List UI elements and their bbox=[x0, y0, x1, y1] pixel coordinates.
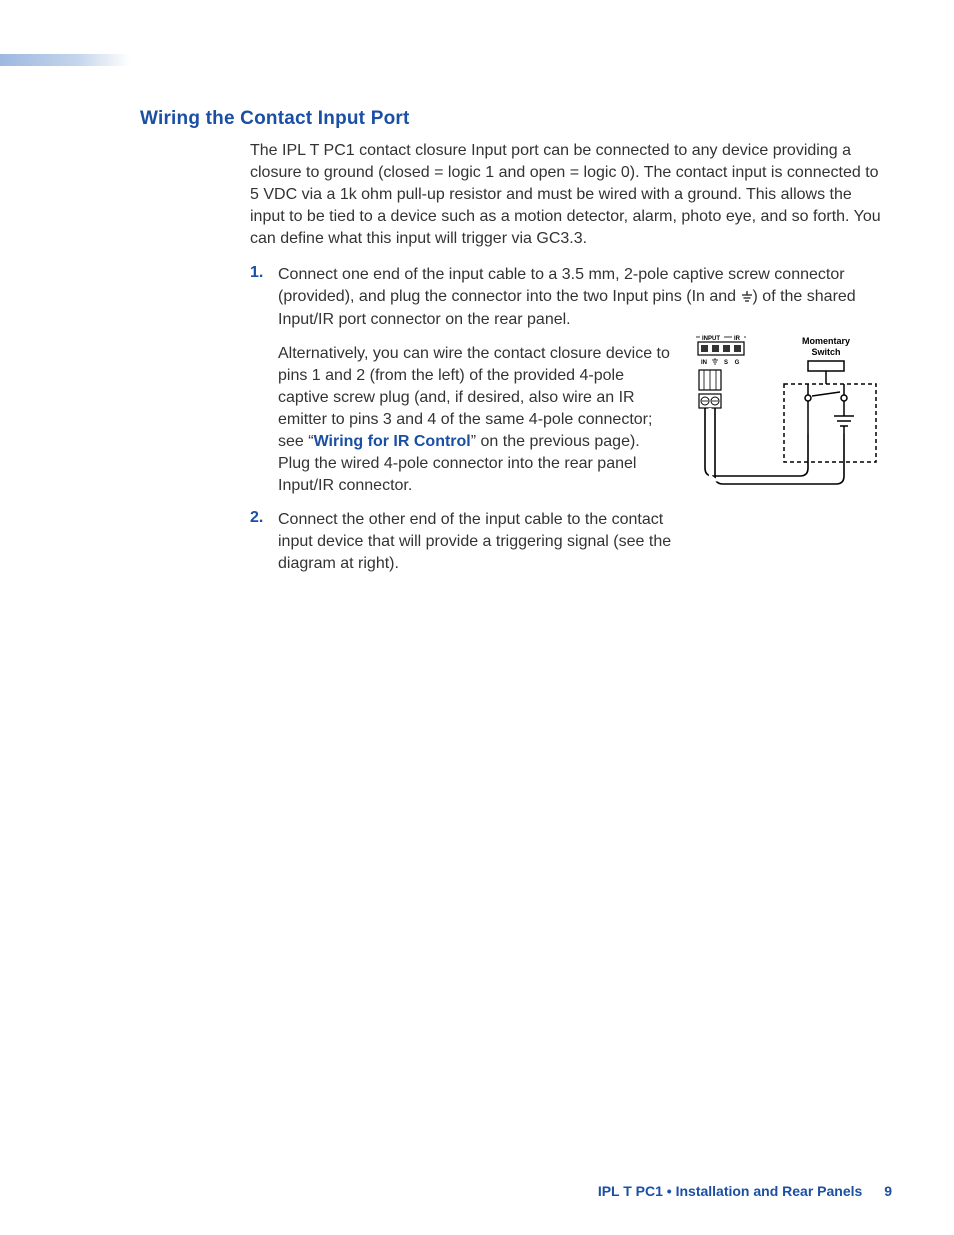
section-heading: Wiring the Contact Input Port bbox=[140, 108, 890, 130]
diagram-label-s: S bbox=[724, 360, 728, 366]
step-1-para-2: Alternatively, you can wire the contact … bbox=[278, 343, 676, 498]
step-1-para-1: Connect one end of the input cable to a … bbox=[278, 264, 890, 330]
cross-reference-link[interactable]: Wiring for IR Control bbox=[314, 433, 471, 450]
page-content: Wiring the Contact Input Port The IPL T … bbox=[140, 108, 890, 587]
diagram-label-switch-2: Switch bbox=[811, 347, 840, 357]
page-number: 9 bbox=[884, 1183, 892, 1199]
header-gradient-bar bbox=[0, 54, 130, 66]
step-number: 2. bbox=[250, 509, 278, 575]
wiring-diagram: Momentary Switch INPUT bbox=[696, 334, 886, 504]
ground-symbol-icon bbox=[741, 291, 753, 303]
step-body: Connect the other end of the input cable… bbox=[278, 509, 676, 575]
step-number: 1. bbox=[250, 264, 278, 497]
diagram-label-ir: IR bbox=[734, 336, 741, 342]
footer-title: IPL T PC1 • Installation and Rear Panels bbox=[598, 1183, 863, 1199]
page-footer: IPL T PC1 • Installation and Rear Panels… bbox=[598, 1183, 892, 1199]
diagram-label-g: G bbox=[735, 360, 740, 366]
diagram-label-input: INPUT bbox=[702, 336, 720, 342]
diagram-label-in: IN bbox=[701, 360, 707, 366]
diagram-label-switch-1: Momentary bbox=[802, 336, 850, 346]
ground-symbol-icon bbox=[712, 358, 718, 364]
step-2: 2. Connect the other end of the input ca… bbox=[250, 509, 890, 575]
intro-paragraph: The IPL T PC1 contact closure Input port… bbox=[250, 140, 890, 250]
